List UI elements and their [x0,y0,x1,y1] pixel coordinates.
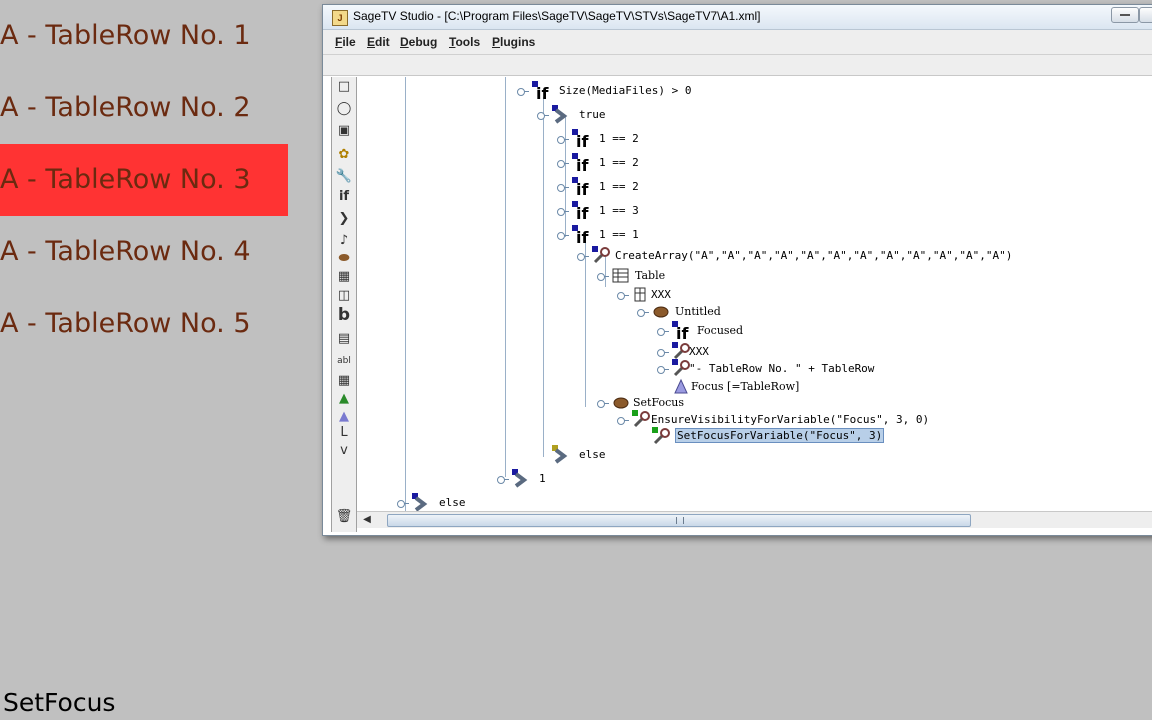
table-component-icon[interactable]: ◫ [335,288,353,304]
action-wrench-icon [632,410,650,428]
theme-icon[interactable]: ✿ [335,147,353,163]
svg-text:if: if [576,156,589,173]
trash-icon[interactable]: 🗑 [335,509,353,525]
scrollbar-thumb[interactable] [387,514,971,527]
svg-text:if: if [576,228,589,245]
attribute-icon [674,378,688,394]
panel-icon[interactable]: ▣ [335,123,353,139]
text-bold-icon[interactable]: b [335,307,353,324]
menu-tools[interactable]: Tools [449,35,480,49]
branch-icon [552,445,568,464]
image-icon[interactable]: ▤ [335,331,353,347]
minimize-button[interactable] [1111,7,1139,23]
studio-window: J SageTV Studio - [C:\Program Files\Sage… [322,4,1152,536]
svg-text:if: if [576,204,589,221]
textinput-icon[interactable]: abl [335,353,353,369]
menu-edit[interactable]: Edit [367,35,390,49]
table-row-3-focused[interactable]: A - TableRow No. 3 [0,144,288,216]
svg-text:if: if [676,324,689,341]
widget-tree: if Size(MediaFiles) > 0 true if 1 == 2 i… [357,77,1152,513]
conditional-if-icon: if [532,81,549,101]
svg-text:if: if [536,84,549,101]
widget-palette: □ ◯ ▣ ✿ 🔧 if ❯ ♪ ⬬ ▦ ◫ b ▤ abl ▦ ▲ ▲ L v… [331,77,357,532]
action-wrench-icon[interactable]: 🔧 [335,169,353,185]
video-icon[interactable]: ▦ [335,373,353,389]
branch-icon [512,469,528,488]
conditional-if-icon: if [672,321,689,341]
action-wrench-icon [672,359,690,377]
optionsmenu-icon[interactable]: ◯ [335,101,353,117]
table-row-label: A - TableRow No. 3 [0,164,251,195]
window-title: SageTV Studio - [C:\Program Files\SageTV… [353,9,761,23]
table-row-label: A - TableRow No. 4 [0,236,251,267]
svg-text:if: if [576,132,589,149]
selected-node-label: SetFocusForVariable("Focus", 3) [675,428,885,443]
sound-icon[interactable]: ♪ [335,233,353,249]
svg-text:if: if [576,180,589,197]
hook-icon[interactable]: ⬬ [335,251,353,267]
action-wrench-icon [592,246,610,264]
menu-file[interactable]: File [335,35,356,49]
title-bar[interactable]: J SageTV Studio - [C:\Program Files\Sage… [323,5,1152,30]
hook-icon [653,306,669,318]
conditional-if-icon: if [572,225,589,245]
conditional-if-icon: if [572,129,589,149]
maximize-button[interactable] [1139,7,1152,23]
menu-plugins[interactable]: Plugins [492,35,535,49]
variable-icon[interactable]: v [335,443,353,459]
branch-icon[interactable]: ❯ [335,211,353,227]
table-row-1[interactable]: A - TableRow No. 1 [0,0,288,72]
toolbar [323,55,1152,76]
table-row-label: A - TableRow No. 1 [0,20,251,51]
table-row-label: A - TableRow No. 2 [0,92,251,123]
table-row-5[interactable]: A - TableRow No. 5 [0,288,288,360]
conditional-if-icon: if [572,153,589,173]
branch-icon [412,493,428,512]
listener-icon[interactable]: L [335,425,353,441]
table-icon [612,268,629,283]
effect-icon[interactable]: ▲ [335,391,353,407]
conditional-if-icon: if [572,177,589,197]
attribute-icon[interactable]: ▲ [335,409,353,425]
menu-debug[interactable]: Debug [400,35,437,49]
scroll-left-arrow-icon[interactable]: ◀ [361,514,373,526]
action-wrench-icon [652,427,670,445]
status-label: SetFocus [3,688,116,717]
conditional-if-icon: if [572,201,589,221]
table-row-2[interactable]: A - TableRow No. 2 [0,72,288,144]
table-icon[interactable]: ▦ [335,269,353,285]
hook-icon [613,397,629,409]
table-row-label: A - TableRow No. 5 [0,308,251,339]
conditional-if-icon[interactable]: if [335,189,353,205]
table-component-icon [634,287,646,302]
branch-icon [552,105,568,124]
menu-bar: File Edit Debug Tools Plugins [323,30,1152,55]
horizontal-scrollbar[interactable]: ◀ [357,511,1152,528]
java-app-icon: J [332,10,348,26]
table-row-4[interactable]: A - TableRow No. 4 [0,216,288,288]
new-menu-icon[interactable]: □ [335,79,353,95]
